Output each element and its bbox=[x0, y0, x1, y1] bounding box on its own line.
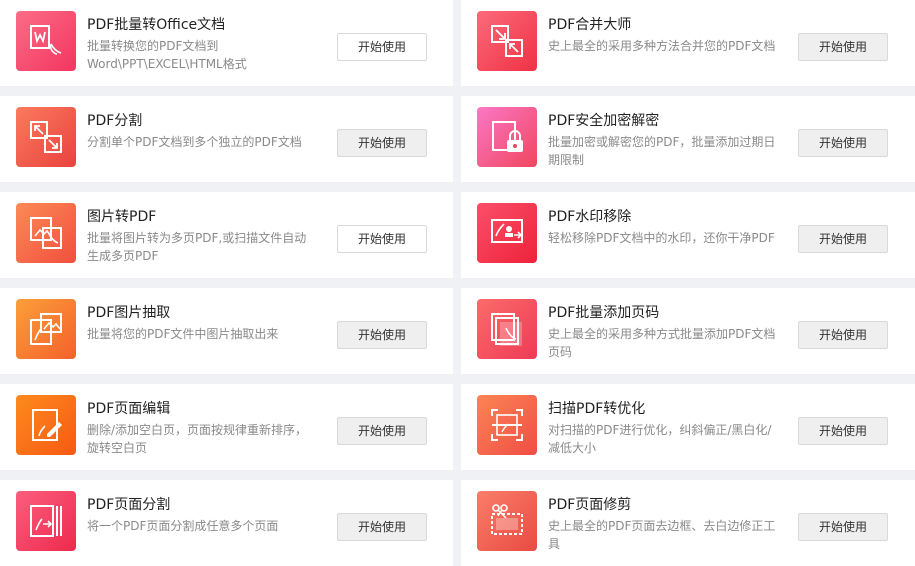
tool-description: 对扫描的PDF进行优化，纠斜偏正/黑白化/减低大小 bbox=[548, 423, 772, 455]
tool-description: 史上最全的采用多种方式批量添加PDF文档页码 bbox=[548, 327, 776, 359]
tool-description: 批量加密或解密您的PDF，批量添加过期日期限制 bbox=[548, 135, 776, 167]
tool-description: 分割单个PDF文档到多个独立的PDF文档 bbox=[87, 135, 302, 149]
pdf-to-word-icon bbox=[16, 11, 76, 71]
tool-title: PDF页面分割 bbox=[87, 497, 171, 513]
tool-card: PDF页面修剪史上最全的PDF页面去边框、去白边修正工具 开始使用 bbox=[461, 480, 915, 566]
tool-description: 史上最全的PDF页面去边框、去白边修正工具 bbox=[548, 519, 776, 551]
tool-card: PDF安全加密解密批量加密或解密您的PDF，批量添加过期日期限制 开始使用 bbox=[461, 96, 915, 182]
tool-description: 批量将您的PDF文件中图片抽取出来 bbox=[87, 327, 279, 341]
tool-title: PDF水印移除 bbox=[548, 209, 632, 225]
start-button[interactable]: 开始使用 bbox=[798, 321, 888, 349]
page-number-icon bbox=[477, 299, 537, 359]
tool-card: PDF批量添加页码史上最全的采用多种方式批量添加PDF文档页码 开始使用 bbox=[461, 288, 915, 374]
scan-optimize-icon bbox=[477, 395, 537, 455]
start-button[interactable]: 开始使用 bbox=[798, 417, 888, 445]
tool-card: 图片转PDF 批量将图片转为多页PDF,或扫描文件自动生成多页PDF 开始使用 bbox=[0, 192, 453, 278]
tool-card: PDF页面编辑删除/添加空白页，页面按规律重新排序，旋转空白页 开始使用 bbox=[0, 384, 453, 470]
tool-description: 轻松移除PDF文档中的水印，还你干净PDF bbox=[548, 231, 775, 245]
tool-title: PDF批量添加页码 bbox=[548, 305, 660, 321]
start-button[interactable]: 开始使用 bbox=[798, 225, 888, 253]
page-edit-icon bbox=[16, 395, 76, 455]
page-split-icon bbox=[16, 491, 76, 551]
tool-card: 扫描PDF转优化对扫描的PDF进行优化，纠斜偏正/黑白化/减低大小 开始使用 bbox=[461, 384, 915, 470]
tool-title: PDF合并大师 bbox=[548, 17, 632, 33]
tool-card: PDF批量转Office文档批量转换您的PDF文档到Word\PPT\EXCEL… bbox=[0, 0, 453, 86]
tool-title: 扫描PDF转优化 bbox=[548, 401, 646, 417]
page-crop-icon bbox=[477, 491, 537, 551]
tool-card: PDF合并大师史上最全的采用多种方法合并您的PDF文档 开始使用 bbox=[461, 0, 915, 86]
tool-title: PDF页面编辑 bbox=[87, 401, 171, 417]
tool-title: PDF页面修剪 bbox=[548, 497, 632, 513]
tool-card: PDF图片抽取批量将您的PDF文件中图片抽取出来 开始使用 bbox=[0, 288, 453, 374]
start-button[interactable]: 开始使用 bbox=[337, 225, 427, 253]
tool-card: PDF水印移除轻松移除PDF文档中的水印，还你干净PDF 开始使用 bbox=[461, 192, 915, 278]
start-button[interactable]: 开始使用 bbox=[798, 129, 888, 157]
start-button[interactable]: 开始使用 bbox=[337, 129, 427, 157]
split-icon bbox=[16, 107, 76, 167]
image-to-pdf-icon bbox=[16, 203, 76, 263]
tool-title: PDF图片抽取 bbox=[87, 305, 171, 321]
start-button[interactable]: 开始使用 bbox=[337, 33, 427, 61]
start-button[interactable]: 开始使用 bbox=[337, 513, 427, 541]
tool-description: 批量转换您的PDF文档到Word\PPT\EXCEL\HTML格式 bbox=[87, 39, 247, 71]
tool-card: PDF分割分割单个PDF文档到多个独立的PDF文档 开始使用 bbox=[0, 96, 453, 182]
tool-title: PDF分割 bbox=[87, 113, 143, 129]
tool-card: PDF页面分割将一个PDF页面分割成任意多个页面 开始使用 bbox=[0, 480, 453, 566]
start-button[interactable]: 开始使用 bbox=[798, 513, 888, 541]
tool-description: 史上最全的采用多种方法合并您的PDF文档 bbox=[548, 39, 776, 53]
tool-title: PDF安全加密解密 bbox=[548, 113, 660, 129]
tool-title: PDF批量转Office文档 bbox=[87, 17, 226, 33]
lock-icon bbox=[477, 107, 537, 167]
start-button[interactable]: 开始使用 bbox=[798, 33, 888, 61]
tool-description: 批量将图片转为多页PDF,或扫描文件自动生成多页PDF bbox=[87, 231, 307, 263]
tool-description: 删除/添加空白页，页面按规律重新排序，旋转空白页 bbox=[87, 423, 308, 455]
merge-icon bbox=[477, 11, 537, 71]
start-button[interactable]: 开始使用 bbox=[337, 321, 427, 349]
tool-title: 图片转PDF bbox=[87, 209, 157, 225]
image-extract-icon bbox=[16, 299, 76, 359]
tools-grid: PDF批量转Office文档批量转换您的PDF文档到Word\PPT\EXCEL… bbox=[0, 0, 915, 566]
watermark-remove-icon bbox=[477, 203, 537, 263]
start-button[interactable]: 开始使用 bbox=[337, 417, 427, 445]
tool-description: 将一个PDF页面分割成任意多个页面 bbox=[87, 519, 279, 533]
